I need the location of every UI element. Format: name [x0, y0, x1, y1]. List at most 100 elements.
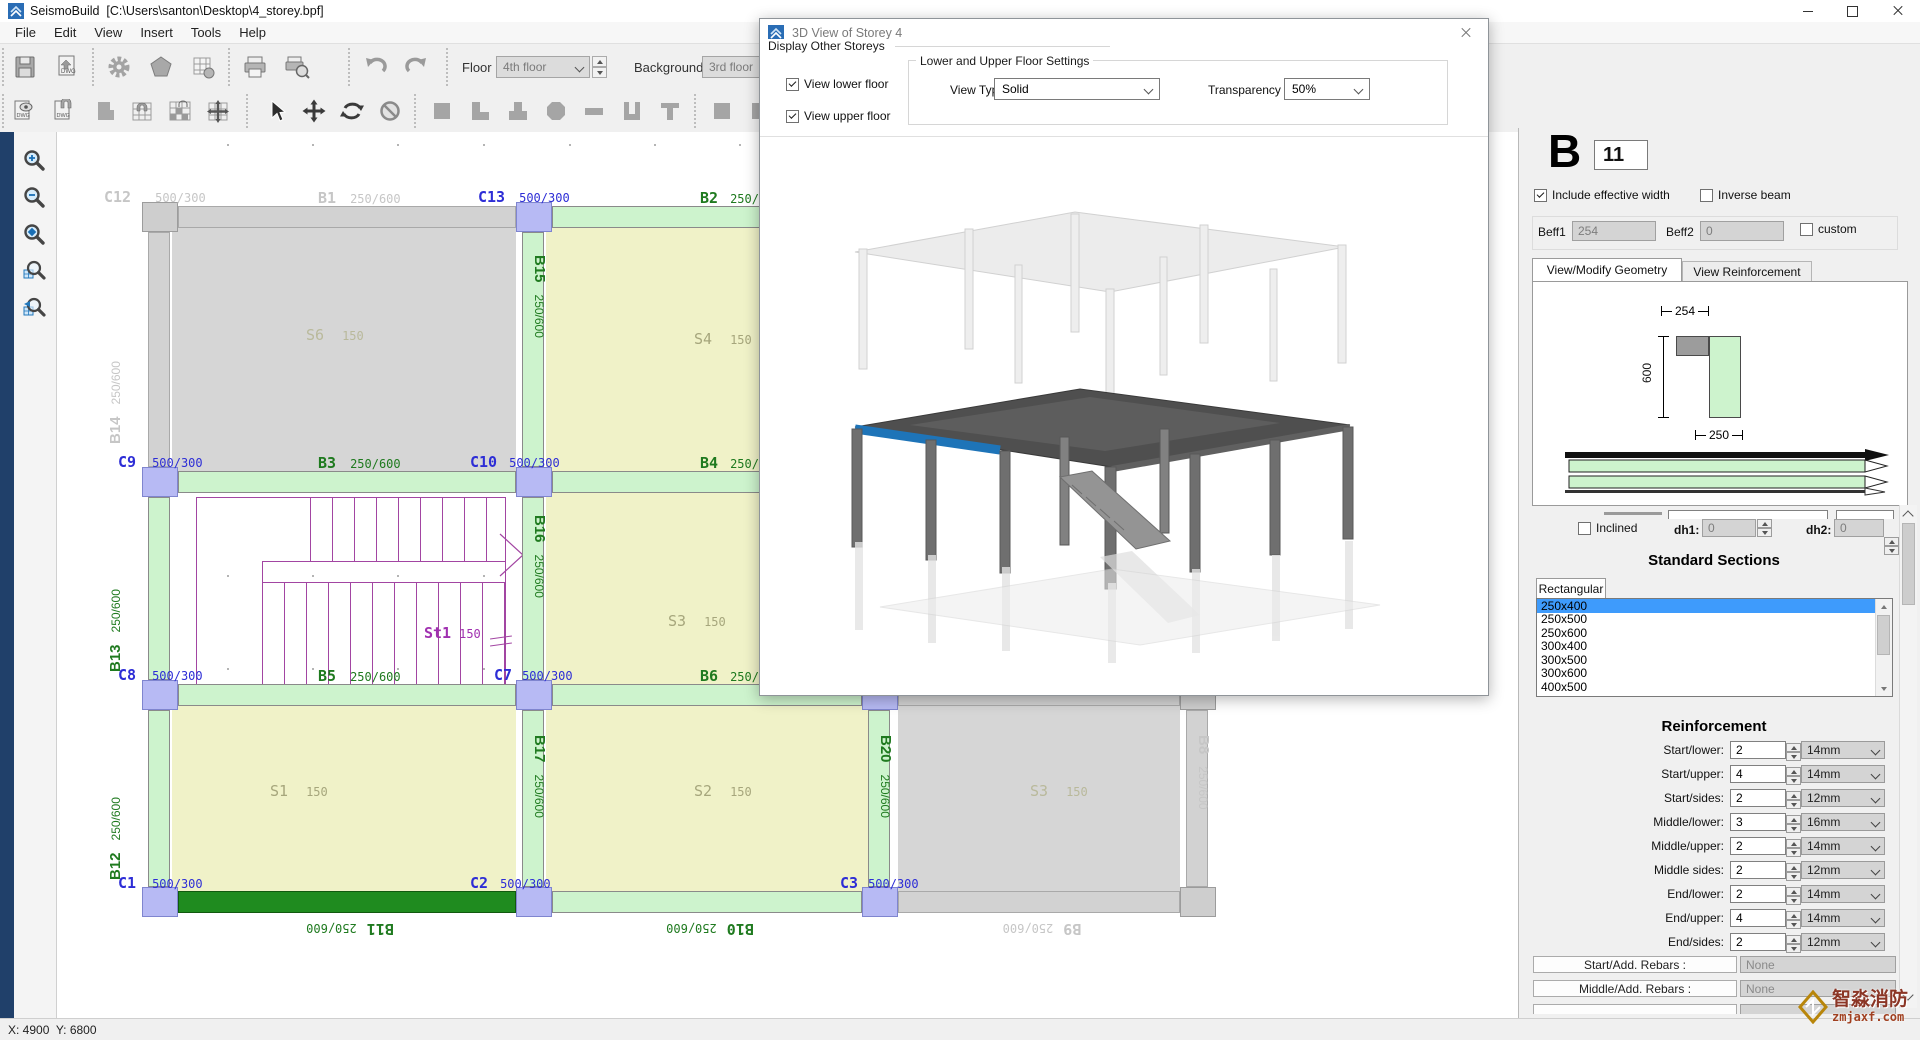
count-stepper[interactable] [1786, 765, 1801, 783]
viewport-3d[interactable] [760, 137, 1488, 695]
section-U-button[interactable] [614, 93, 650, 129]
floor-step-down[interactable] [592, 67, 607, 78]
section-square-button[interactable] [424, 93, 460, 129]
dwg-snap-button[interactable]: DWG [46, 93, 82, 129]
menu-view[interactable]: View [85, 23, 131, 42]
checkbox-include-effective-width[interactable]: Include effective width [1534, 188, 1670, 202]
checkbox-inclined[interactable]: Inclined [1578, 521, 1637, 535]
slab-S1[interactable] [172, 706, 516, 891]
move-tool-button[interactable] [296, 93, 332, 129]
zoom-window-button[interactable] [18, 255, 50, 287]
count-field[interactable]: 2 [1730, 789, 1786, 807]
section-L-button[interactable] [462, 93, 498, 129]
section-item[interactable]: 400x500 [1537, 680, 1892, 694]
checkbox-inverse-beam[interactable]: Inverse beam [1700, 188, 1791, 202]
count-stepper[interactable] [1786, 741, 1801, 759]
size-select[interactable]: 14mm [1801, 885, 1885, 903]
count-stepper[interactable] [1786, 837, 1801, 855]
panel-scrollbar[interactable] [1899, 505, 1917, 1008]
tab-view-modify-geometry[interactable]: View/Modify Geometry [1532, 258, 1682, 281]
section-item[interactable]: 300x600 [1537, 667, 1892, 681]
column-C12-bg[interactable] [142, 202, 178, 232]
menu-insert[interactable]: Insert [131, 23, 182, 42]
checkbox-icon[interactable] [1800, 223, 1813, 236]
undo-button[interactable] [356, 48, 394, 86]
count-stepper[interactable] [1786, 933, 1801, 951]
floor-stepper[interactable] [592, 56, 607, 78]
tab-rectangular[interactable]: Rectangular [1536, 578, 1606, 599]
count-field[interactable]: 2 [1730, 933, 1786, 951]
size-select[interactable]: 12mm [1801, 933, 1885, 951]
print-preview-button[interactable] [278, 48, 316, 86]
checkbox-icon[interactable] [1700, 189, 1713, 202]
beam-B10[interactable] [552, 891, 862, 913]
dialog-close-button[interactable] [1444, 19, 1488, 47]
count-stepper[interactable] [1786, 885, 1801, 903]
size-select[interactable]: 12mm [1801, 789, 1885, 807]
beam-B5[interactable] [178, 684, 516, 706]
section-item[interactable]: 300x400 [1537, 640, 1892, 654]
sections-listbox[interactable]: 250x400 250x500 250x600 300x400 300x500 … [1536, 598, 1893, 697]
dialog-3d-view[interactable]: 3D View of Storey 4 Display Other Storey… [759, 18, 1489, 696]
print-button[interactable] [236, 48, 274, 86]
count-stepper[interactable] [1786, 813, 1801, 831]
section-item[interactable]: 250x600 [1537, 626, 1892, 640]
minimize-button[interactable] [1785, 0, 1830, 22]
checkbox-icon[interactable] [1578, 522, 1591, 535]
grid-arch-button[interactable] [124, 93, 160, 129]
size-select[interactable]: 16mm [1801, 813, 1885, 831]
checkbox-icon[interactable] [786, 78, 799, 91]
zoom-previous-button[interactable] [18, 292, 50, 324]
grid-settings-button[interactable] [184, 48, 222, 86]
zoom-in-button[interactable] [18, 144, 50, 176]
menu-file[interactable]: File [6, 23, 45, 42]
count-field[interactable]: 4 [1730, 909, 1786, 927]
beff2-field[interactable]: 0 [1700, 221, 1784, 241]
section-T-button[interactable] [500, 93, 536, 129]
zoom-out-button[interactable] [18, 181, 50, 213]
slab-tool-button[interactable] [88, 93, 124, 129]
panel-scroll-up[interactable] [1901, 507, 1915, 521]
beam-B9-bg[interactable] [898, 891, 1180, 913]
column-C8[interactable] [142, 680, 178, 710]
beam-B12[interactable] [148, 710, 170, 887]
column-C10[interactable] [516, 467, 552, 497]
beam-B13[interactable] [148, 497, 170, 680]
transparency-select[interactable]: 50% [1284, 78, 1370, 100]
count-stepper[interactable] [1786, 861, 1801, 879]
beff1-field[interactable]: 254 [1572, 221, 1656, 241]
section-item[interactable]: 250x400 [1537, 599, 1892, 613]
count-field[interactable]: 2 [1730, 885, 1786, 903]
building-shape-button[interactable] [142, 48, 180, 86]
count-field[interactable]: 4 [1730, 765, 1786, 783]
count-field[interactable]: 2 [1730, 741, 1786, 759]
start-add-rebars-button[interactable]: Start/Add. Rebars : [1533, 956, 1737, 973]
section-Tletter-button[interactable] [652, 93, 688, 129]
beam-B14-bg[interactable] [148, 232, 170, 467]
dwg-view-button[interactable]: DWG [6, 93, 42, 129]
size-select[interactable]: 14mm [1801, 909, 1885, 927]
no-snap-button[interactable] [372, 93, 408, 129]
checkbox-view-lower-floor[interactable]: View lower floor [786, 77, 888, 91]
menu-help[interactable]: Help [230, 23, 275, 42]
middle-add-rebars-button[interactable]: Middle/Add. Rebars : [1533, 980, 1737, 997]
floor-step-up[interactable] [592, 56, 607, 67]
column-C7[interactable] [516, 680, 552, 710]
count-stepper[interactable] [1786, 789, 1801, 807]
rotate-tool-button[interactable] [334, 93, 370, 129]
slab-S6-bg[interactable] [172, 228, 516, 471]
beam-B3[interactable] [178, 471, 516, 493]
beam-B11-selected[interactable] [178, 891, 516, 913]
dh1-field[interactable]: 0 [1702, 519, 1756, 537]
beam-number-field[interactable]: 11 [1594, 140, 1648, 170]
column-bg-right-row4[interactable] [1180, 887, 1216, 917]
close-button[interactable] [1875, 0, 1920, 22]
dh1-stepper[interactable] [1757, 519, 1772, 537]
checkbox-custom[interactable]: custom [1800, 222, 1857, 236]
section-item[interactable]: 300x500 [1537, 653, 1892, 667]
checkbox-icon[interactable] [786, 110, 799, 123]
import-dwg-button[interactable]: DWG [48, 48, 86, 86]
dh2-field[interactable]: 0 [1834, 519, 1884, 537]
view-type-select[interactable]: Solid [994, 78, 1160, 100]
beam-B1-bg[interactable] [178, 206, 516, 228]
